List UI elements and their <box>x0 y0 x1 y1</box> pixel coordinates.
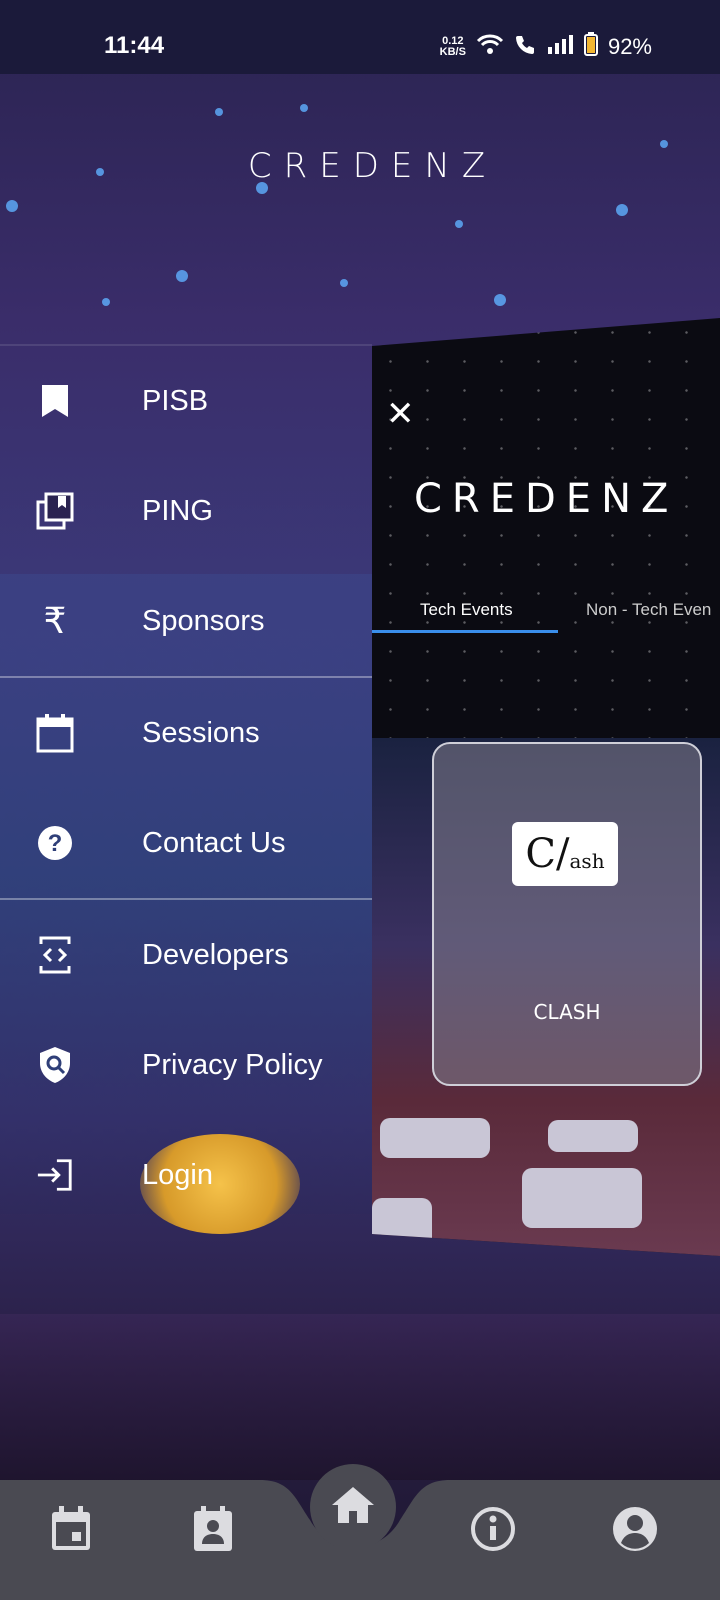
main-screen-preview[interactable]: ✕ CREDENZ Tech Events Non - Tech Even C/… <box>372 318 720 1256</box>
menu-item-label: Privacy Policy <box>142 1048 323 1081</box>
info-icon[interactable] <box>468 1504 518 1554</box>
svg-text:?: ? <box>48 830 63 857</box>
navigation-drawer: PISB PING ₹ Sponsors Sessions ? Contact … <box>0 344 372 1230</box>
status-time: 11:44 <box>104 32 165 59</box>
help-icon: ? <box>36 824 74 862</box>
menu-item-login[interactable]: Login <box>0 1120 372 1230</box>
menu-item-label: Developers <box>142 938 289 971</box>
rupee-icon: ₹ <box>43 600 67 642</box>
network-speed: 0.12 KB/S <box>439 35 466 58</box>
menu-item-privacy-policy[interactable]: Privacy Policy <box>0 1010 372 1120</box>
signal-icon <box>546 33 574 61</box>
menu-item-sponsors[interactable]: ₹ Sponsors <box>0 566 372 676</box>
battery-icon <box>583 32 598 62</box>
library-icon <box>36 492 74 530</box>
menu-item-label: Login <box>142 1158 213 1191</box>
calendar-icon <box>36 714 74 753</box>
menu-item-label: Contact Us <box>142 826 286 859</box>
brand-logo-small: CREDENZ <box>414 476 679 522</box>
menu-item-pisb[interactable]: PISB <box>0 346 372 456</box>
event-card-clash[interactable]: C/ash CLASH <box>432 742 702 1086</box>
menu-item-contact-us[interactable]: ? Contact Us <box>0 788 372 898</box>
menu-item-label: Sponsors <box>142 604 265 637</box>
tab-tech-events[interactable]: Tech Events <box>420 600 513 620</box>
calendar-icon[interactable] <box>46 1504 96 1554</box>
menu-item-label: PING <box>142 494 213 527</box>
code-icon <box>36 936 74 974</box>
close-icon[interactable]: ✕ <box>386 394 415 434</box>
menu-item-label: PISB <box>142 384 209 417</box>
home-button[interactable] <box>310 1464 396 1550</box>
menu-item-sessions[interactable]: Sessions <box>0 678 372 788</box>
event-tabs: Tech Events Non - Tech Even <box>372 588 720 638</box>
menu-item-ping[interactable]: PING <box>0 456 372 566</box>
status-icons: 0.12 KB/S 92% <box>440 32 652 62</box>
menu-item-developers[interactable]: Developers <box>0 900 372 1010</box>
status-bar: 11:44 0.12 KB/S 92% <box>0 0 720 74</box>
battery-percent: 92% <box>607 34 652 59</box>
tab-indicator <box>372 630 558 633</box>
tab-non-tech-events[interactable]: Non - Tech Even <box>586 600 711 620</box>
home-icon <box>330 1485 376 1530</box>
wifi-icon <box>476 33 504 61</box>
contacts-icon[interactable] <box>188 1504 238 1554</box>
account-icon[interactable] <box>610 1504 660 1554</box>
bottom-navigation <box>0 1464 720 1600</box>
brand-logo: CREDENZ <box>247 146 498 186</box>
shield-search-icon <box>36 1046 74 1084</box>
event-title: CLASH <box>533 1000 601 1024</box>
clash-logo: C/ash <box>512 822 618 886</box>
bookmark-icon <box>36 382 74 420</box>
call-icon <box>514 33 536 61</box>
menu-item-label: Sessions <box>142 716 260 749</box>
login-icon <box>36 1156 74 1194</box>
